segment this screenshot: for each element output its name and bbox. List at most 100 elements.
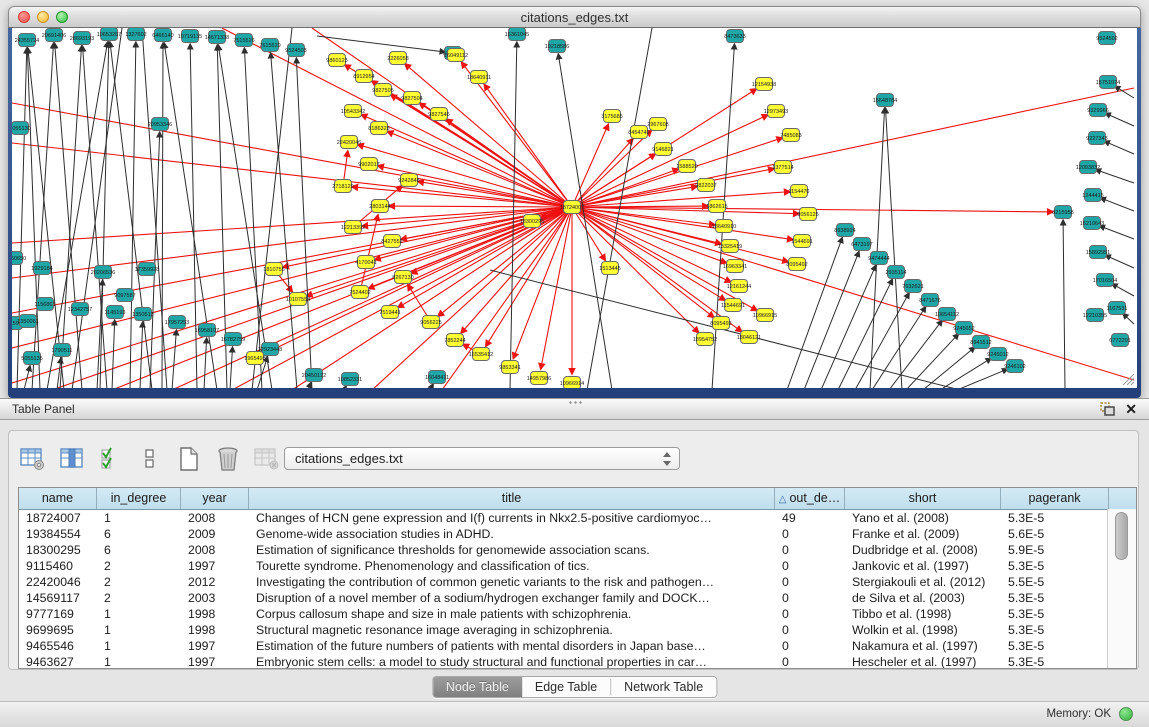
- scrollbar-thumb[interactable]: [1115, 512, 1128, 560]
- cell-name: 19384554: [19, 526, 97, 542]
- column-header-name[interactable]: name: [19, 488, 97, 509]
- graph-edge: [872, 307, 926, 388]
- graph-node-label: 2967608: [647, 122, 668, 128]
- graph-node-label: 1327602: [125, 32, 146, 38]
- table-row[interactable]: 977716911998Corpus callosum shape and si…: [19, 606, 1136, 622]
- graph-edge: [1063, 220, 1065, 388]
- tab-node-table[interactable]: Node Table: [433, 677, 522, 697]
- table-row[interactable]: 1938455462009Genome-wide association stu…: [19, 526, 1136, 542]
- tab-network-table[interactable]: Network Table: [611, 677, 716, 697]
- cell-in_degree: 1: [97, 622, 181, 638]
- graph-node-label: 9146821: [652, 147, 673, 153]
- graph-node-label: 9827504: [401, 96, 422, 102]
- graph-node-label: 12093832: [1076, 165, 1100, 171]
- cell-out_de: 0: [775, 574, 845, 590]
- graph-node-label: 9056125: [797, 212, 818, 218]
- delete-column-button[interactable]: [214, 445, 242, 473]
- table-row[interactable]: 1872400712008Changes of HCN gene express…: [19, 510, 1136, 526]
- column-header-out_de[interactable]: △out_de…: [775, 488, 845, 509]
- graph-edge: [24, 366, 30, 388]
- window-titlebar[interactable]: citations_edges.txt: [8, 6, 1141, 28]
- table-row[interactable]: 2242004622012Investigating the contribut…: [19, 574, 1136, 590]
- cell-pagerank: 5.5E-5: [1001, 574, 1109, 590]
- tab-edge-table[interactable]: Edge Table: [522, 677, 610, 697]
- column-header-title[interactable]: title: [249, 488, 775, 509]
- graph-node-label: 8267130: [392, 275, 413, 281]
- table-selector-value: citations_edges.txt: [295, 451, 403, 466]
- table-settings-button[interactable]: [19, 445, 47, 473]
- graph-node-label: 9853341: [499, 365, 520, 371]
- column-header-year[interactable]: year: [181, 488, 249, 509]
- graph-node-label: 25260650: [12, 256, 26, 262]
- table-selector[interactable]: citations_edges.txt: [284, 447, 680, 470]
- import-table-button[interactable]: [253, 445, 281, 473]
- float-panel-icon[interactable]: [1100, 402, 1115, 416]
- cell-in_degree: 1: [97, 510, 181, 526]
- cell-out_de: 0: [775, 590, 845, 606]
- table-toolbar: f(x): [19, 443, 320, 475]
- column-header-pagerank[interactable]: pagerank: [1001, 488, 1109, 509]
- graph-node-label: 9860123: [326, 58, 347, 64]
- graph-node-label: 7519441: [379, 310, 400, 316]
- graph-node-label: 1513445: [599, 266, 620, 272]
- cell-short: Wolkin et al. (1998): [845, 622, 1001, 638]
- cell-title: Estimation of significance thresholds fo…: [249, 542, 775, 558]
- close-panel-icon[interactable]: ✕: [1125, 402, 1137, 416]
- cell-out_de: 49: [775, 510, 845, 526]
- resize-grip[interactable]: [1119, 370, 1135, 386]
- cell-title: Embryonic stem cells: a model to study s…: [249, 654, 775, 669]
- column-header-in_degree[interactable]: in_degree: [97, 488, 181, 509]
- graph-node-label: 14671338: [205, 35, 229, 41]
- table-row[interactable]: 946554611997Estimation of the future num…: [19, 638, 1136, 654]
- graph-edge: [572, 207, 699, 333]
- table-row[interactable]: 969969511998Structural magnetic resonanc…: [19, 622, 1136, 638]
- column-header-short[interactable]: short: [845, 488, 1001, 509]
- table-vertical-scrollbar[interactable]: [1107, 509, 1136, 668]
- table-panel-body: f(x) citations_edges.txt namein_degreeye…: [0, 420, 1149, 727]
- cell-out_de: 0: [775, 526, 845, 542]
- graph-node-label: 1790511: [51, 348, 72, 354]
- cell-title: Tourette syndrome. Phenomenology and cla…: [249, 558, 775, 574]
- cell-in_degree: 2: [97, 590, 181, 606]
- graph-node-label: 12213392: [341, 225, 365, 231]
- graph-edge: [389, 206, 572, 207]
- graph-node-label: 8471676: [919, 298, 940, 304]
- cell-short: Stergiakouli et al. (2012): [845, 574, 1001, 590]
- memory-status-indicator[interactable]: [1119, 707, 1133, 721]
- create-column-button[interactable]: [175, 445, 203, 473]
- table-row[interactable]: 1456911722003Disruption of a novel membe…: [19, 590, 1136, 606]
- network-graph[interactable]: 2435572420691406286931931065326713276026…: [12, 28, 1137, 388]
- select-all-columns-button[interactable]: [97, 445, 125, 473]
- graph-edge: [1099, 226, 1134, 239]
- graph-node-label: 9822037: [695, 183, 716, 189]
- cell-short: Tibbo et al. (1998): [845, 606, 1001, 622]
- graph-node-label: 10107554: [286, 297, 310, 303]
- graph-edge: [1105, 255, 1134, 268]
- cell-title: Disruption of a novel member of a sodium…: [249, 590, 775, 606]
- graph-node-label: 8186328: [368, 126, 389, 132]
- cell-out_de: 0: [775, 542, 845, 558]
- cell-short: Dudbridge et al. (2008): [845, 542, 1001, 558]
- graph-node-label: 2718120: [332, 184, 353, 190]
- graph-node-label: 1862615: [706, 204, 727, 210]
- panel-divider-grip[interactable]: [568, 400, 582, 405]
- graph-node-label: 1167531: [1106, 306, 1127, 312]
- network-canvas[interactable]: 2435572420691406286931931065326713276026…: [12, 28, 1137, 388]
- cell-year: 1997: [181, 638, 249, 654]
- table-row[interactable]: 1830029562008Estimation of significance …: [19, 542, 1136, 558]
- graph-edge: [32, 43, 54, 388]
- graph-edge: [308, 382, 311, 388]
- graph-node-label: 18954752: [693, 337, 717, 343]
- cell-title: Corpus callosum shape and size in male p…: [249, 606, 775, 622]
- graph-node-label: 2803144: [369, 204, 390, 210]
- unselect-all-columns-button[interactable]: [136, 445, 164, 473]
- table-panel-inner: f(x) citations_edges.txt namein_degreeye…: [8, 430, 1139, 670]
- table-row[interactable]: 946362711997Embryonic stem cells: a mode…: [19, 654, 1136, 669]
- graph-edge: [572, 192, 790, 207]
- table-row[interactable]: 911546021997Tourette syndrome. Phenomeno…: [19, 558, 1136, 574]
- graph-node-label: 1350061: [17, 319, 38, 325]
- graph-node-label: 12342757: [68, 307, 92, 313]
- graph-edge: [940, 358, 991, 388]
- show-column-button[interactable]: [58, 445, 86, 473]
- graph-edge: [83, 46, 107, 388]
